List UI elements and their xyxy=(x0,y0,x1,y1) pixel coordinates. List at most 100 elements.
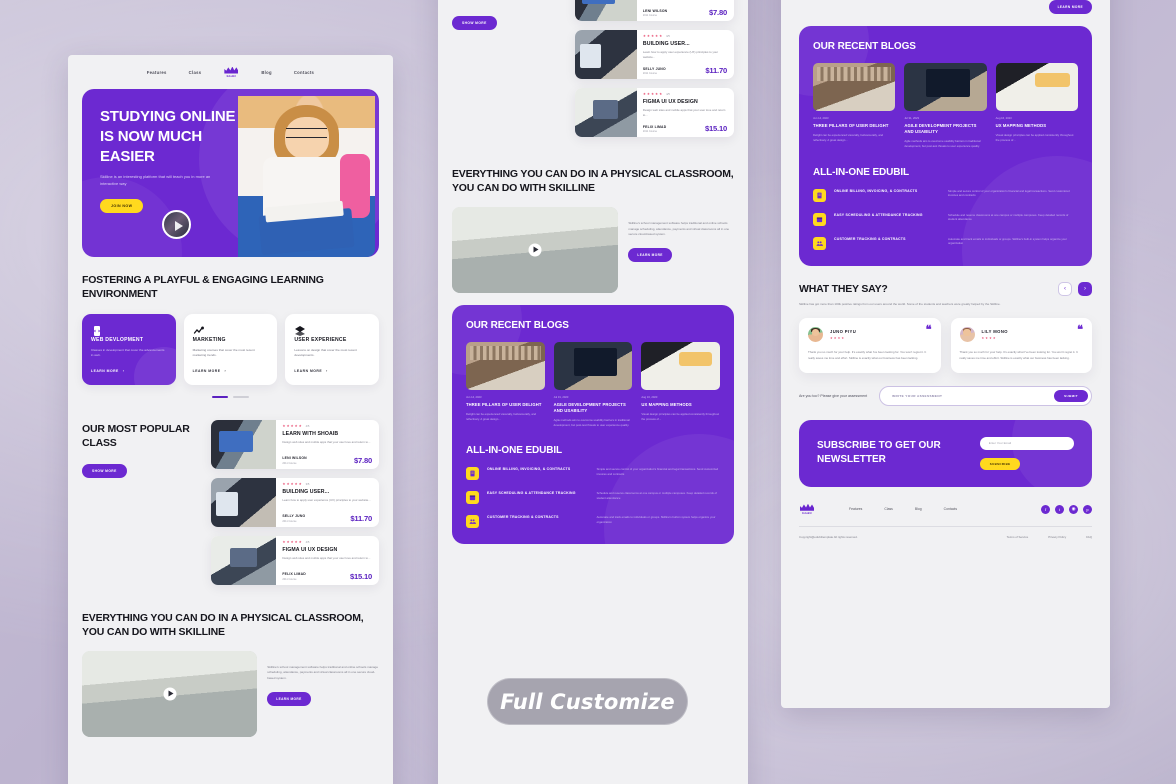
footer-privacy-link[interactable]: Privacy Policy xyxy=(1048,535,1066,539)
class-price: $7.80 xyxy=(708,8,727,17)
rating-value: 4/5 xyxy=(305,425,310,429)
full-customize-label: Full Customize xyxy=(500,689,675,714)
recent-blogs-section: OUR RECENT BLOGS Jun 14, 2023 THREE PILL… xyxy=(452,304,734,545)
blog-thumbnail xyxy=(553,341,633,390)
pinterest-icon[interactable]: p xyxy=(1083,504,1092,514)
class-thumbnail xyxy=(210,535,277,585)
blog-card[interactable]: Jul 31, 2023 AGILE DEVELOPMENT PROJECTS … xyxy=(553,341,633,428)
class-card[interactable]: ★ ★ ★ ★ ★ 4/5 FIGMA UI UX DESIGN Design web … xyxy=(210,535,379,585)
facebook-icon[interactable]: f xyxy=(1041,504,1050,514)
learn-more-link[interactable]: LEARN MORE › xyxy=(91,369,167,373)
feature-card-marketing[interactable]: MARKETING Marketing courses that cover t… xyxy=(183,313,278,385)
feature-row: ONLINE BILLING, INVOICING, & CONTRACTS S… xyxy=(466,467,720,481)
pagination-dot-1[interactable] xyxy=(212,395,228,398)
submit-button[interactable]: SUBMIT xyxy=(1054,389,1088,402)
play-icon[interactable] xyxy=(163,687,177,701)
learn-more-button[interactable]: LEARN MORE xyxy=(628,247,672,262)
pagination-dot-2[interactable] xyxy=(233,395,249,398)
classroom-video[interactable] xyxy=(452,206,619,293)
assessment-input-group[interactable]: WRITE YOUR ASSESSMENT SUBMIT xyxy=(879,385,1092,406)
blog-desc: Visual design principles can be applied … xyxy=(641,411,720,421)
class-card[interactable]: ★★★★★ 4/5 LEARN WITH SHOAIB Design web s… xyxy=(210,419,379,469)
feature-title: ONLINE BILLING, INVOICING, & CONTRACTS xyxy=(834,188,918,193)
play-icon[interactable] xyxy=(528,243,542,257)
class-thumbnail xyxy=(210,477,277,527)
classroom-video[interactable] xyxy=(82,650,258,737)
footer-link-class[interactable]: Class xyxy=(884,507,892,511)
show-more-button[interactable]: SHOW MORE xyxy=(452,15,497,30)
class-title: FIGMA UI UX DESIGN xyxy=(642,99,698,106)
class-card[interactable]: ★ ★ ★ ★ ★ 3/5 BUILDING USER... Learn how to … xyxy=(210,477,379,527)
avatar xyxy=(808,327,823,343)
customer-icon xyxy=(813,236,826,250)
nav-item-class[interactable]: Class xyxy=(189,70,202,75)
feature-card-web-development[interactable]: WEB DEVLOPMENT Classes in development th… xyxy=(82,313,176,385)
footer-logo[interactable]: EduBil xyxy=(799,503,815,516)
rating: ★ ★ ★ ★ ★ 4/5 xyxy=(282,423,310,429)
rating: ★ ★ ★ ★ xyxy=(981,336,996,341)
footer-faq-link[interactable]: FAQ xyxy=(1086,535,1092,539)
class-card[interactable]: ★ ★ ★ ★ ★ 4/5 FIGMA UI UX DESIGN Design web … xyxy=(574,88,734,137)
blog-card[interactable]: Jun 14, 2023 THREE PILLARS OF USER DELIG… xyxy=(466,341,545,428)
carousel-pagination[interactable] xyxy=(82,395,379,398)
feature-title: CUSTOMER TRACKING & CONTRACTS xyxy=(487,515,559,520)
show-more-button[interactable]: SHOW MORE xyxy=(82,463,127,478)
testimonials-sub: Skilline has got more than 100k positive… xyxy=(799,301,1001,306)
customer-icon xyxy=(466,515,479,529)
class-thumbnail xyxy=(210,419,277,469)
class-card[interactable]: ★★★★★ 4/5 LEARN WITH SHOAIB Design web s… xyxy=(574,0,734,21)
learn-more-button[interactable]: LEARN MORE xyxy=(267,691,311,706)
logo[interactable]: EduBil xyxy=(223,66,239,79)
feature-title: EASY SCHEDULING & ATTENDANCE TRACKING xyxy=(834,212,923,217)
feature-row: CUSTOMER TRACKING & CONTRACTS Automate a… xyxy=(813,236,1078,250)
nav-item-contacts[interactable]: Contacts xyxy=(294,70,314,75)
class-card[interactable]: ★ ★ ★ ★ ★ 3/5 BUILDING USER... Learn how to … xyxy=(574,30,734,79)
testimonial-text: Thank you so much for your help. It's ex… xyxy=(959,350,1078,361)
classroom-heading: EVERYTHING YOU CAN DO IN A PHYSICAL CLAS… xyxy=(452,168,734,195)
rating: ★ ★ ★ ★ ★ 3/5 xyxy=(642,34,670,39)
blog-desc: Delight can be experienced viscerally, b… xyxy=(466,411,537,421)
feature-row: EASY SCHEDULING & ATTENDANCE TRACKING Sc… xyxy=(466,491,720,505)
popular-heading: OUR MOST POPULAR CLASS xyxy=(452,0,565,3)
learn-more-link[interactable]: LEARN MORE › xyxy=(294,369,370,373)
feature-desc: Marketing courses that cover the most re… xyxy=(192,347,255,358)
subscribe-button[interactable]: SUBSCRIBE xyxy=(979,457,1021,470)
learn-more-link[interactable]: LEARN MORE › xyxy=(193,369,269,373)
chevron-right-icon[interactable]: › xyxy=(1078,281,1092,296)
email-input[interactable]: Enter Your Email xyxy=(979,436,1074,450)
nav-item-blog[interactable]: Blog xyxy=(261,70,272,75)
nav-item-features[interactable]: Features xyxy=(147,70,167,75)
assessment-input[interactable]: WRITE YOUR ASSESSMENT xyxy=(883,394,1054,398)
footer-terms-link[interactable]: Terms of Service xyxy=(1007,535,1029,539)
footer-link-blog[interactable]: Blog xyxy=(915,507,922,511)
hero-student-photo xyxy=(238,95,375,257)
class-desc: Design web sites and mobile apps that yo… xyxy=(282,440,371,445)
feature-desc: Lessons on design that cover the most re… xyxy=(294,347,357,358)
chevron-left-icon[interactable]: ‹ xyxy=(1058,281,1072,296)
class-meta: 2011 Course xyxy=(642,14,658,17)
recent-blogs-section: OUR RECENT BLOGS Jun 14, 2023 THREE PILL… xyxy=(799,26,1092,266)
class-meta: 2011 Course xyxy=(282,519,297,523)
blog-card[interactable]: Jun 14, 2023 THREE PILLARS OF USER DELIG… xyxy=(813,63,896,149)
join-now-button[interactable]: JOIN NOW xyxy=(100,199,144,214)
logo-text: EduBil xyxy=(226,74,237,78)
blog-desc: Agile methods aim to overcome usability … xyxy=(553,417,630,427)
class-author: FELIX LIMAD xyxy=(282,572,306,577)
hero-play-badge[interactable] xyxy=(162,210,191,239)
blog-card[interactable]: Aug 16, 2023 UX MAPPING METHODS Visual d… xyxy=(641,341,721,428)
twitter-icon[interactable]: t xyxy=(1055,504,1064,514)
feature-title: EASY SCHEDULING & ATTENDANCE TRACKING xyxy=(487,491,576,496)
learn-more-button[interactable]: LEARN MORE xyxy=(1048,0,1092,14)
instagram-icon[interactable]: ◉ xyxy=(1069,504,1078,514)
feature-card-user-experience[interactable]: USER EXPERIENCE Lessons on design that c… xyxy=(285,313,380,385)
footer-link-features[interactable]: Features xyxy=(849,507,862,511)
feature-desc: Schedule and reserve classrooms at one c… xyxy=(596,491,717,501)
logo-text: EduBil xyxy=(802,511,812,515)
blog-date: Aug 16, 2023 xyxy=(641,395,658,399)
blog-card[interactable]: Jul 31, 2023 AGILE DEVELOPMENT PROJECTS … xyxy=(904,63,987,149)
blog-card[interactable]: Aug 16, 2023 UX MAPPING METHODS Visual d… xyxy=(995,63,1078,149)
footer-link-contacts[interactable]: Contacts xyxy=(944,507,957,511)
class-author: LENI WILSON xyxy=(642,8,668,13)
feature-row: EASY SCHEDULING & ATTENDANCE TRACKING Sc… xyxy=(813,212,1078,226)
navbar: Features Class EduBil Blog Contacts xyxy=(68,59,393,85)
